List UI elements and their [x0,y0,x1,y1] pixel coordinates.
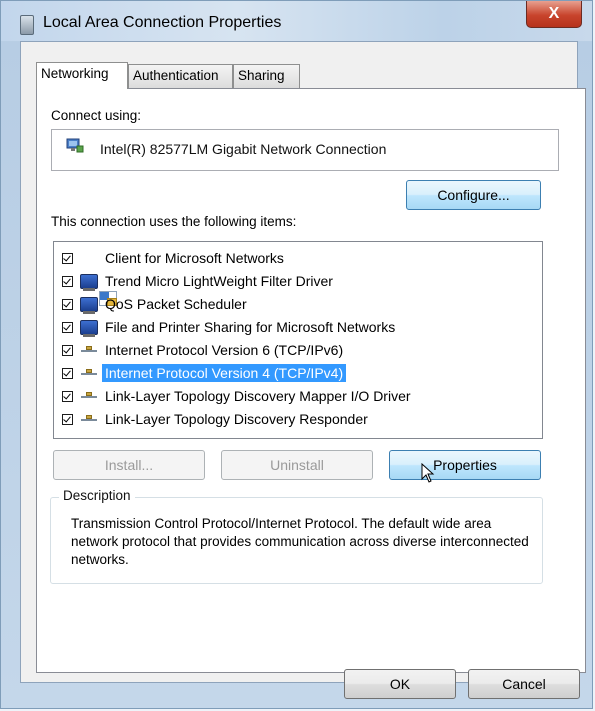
tab-sharing[interactable]: Sharing [233,64,300,88]
network-adapter-icon [66,138,84,153]
close-button[interactable]: X [526,1,582,28]
uninstall-button[interactable]: Uninstall [221,450,373,480]
window-title: Local Area Connection Properties [43,14,282,31]
list-item[interactable]: Trend Micro LightWeight Filter Driver [62,270,336,292]
protocol-icon [80,389,98,404]
network-adapter-icon [20,15,34,35]
list-item-label: Link-Layer Topology Discovery Mapper I/O… [105,388,411,404]
checkbox[interactable] [62,321,73,333]
connect-using-label: Connect using: [51,108,142,123]
description-text: Transmission Control Protocol/Internet P… [71,516,529,567]
protocol-icon [80,343,98,358]
checkbox[interactable] [62,413,73,425]
tab-networking[interactable]: Networking [36,62,128,89]
network-service-icon [80,273,98,291]
list-item[interactable]: File and Printer Sharing for Microsoft N… [62,316,398,338]
checkbox[interactable] [62,275,73,287]
properties-button[interactable]: Properties [389,450,541,480]
tab-authentication[interactable]: Authentication [128,64,233,88]
list-item-label: File and Printer Sharing for Microsoft N… [105,319,396,335]
description-title: Description [59,488,135,503]
cancel-button[interactable]: Cancel [468,669,580,699]
network-service-icon [80,296,98,314]
protocol-icon [80,412,98,427]
install-button[interactable]: Install... [53,450,205,480]
list-item-label: QoS Packet Scheduler [105,296,247,312]
list-item[interactable]: QoS Packet Scheduler [62,293,250,315]
checkbox[interactable] [62,298,73,310]
list-item-label: Link-Layer Topology Discovery Responder [105,411,368,427]
list-item-label: Trend Micro LightWeight Filter Driver [105,273,333,289]
list-item[interactable]: Internet Protocol Version 6 (TCP/IPv6) [62,339,346,361]
connection-items-list[interactable]: Client for Microsoft Networks Trend Micr… [53,241,543,439]
title-bar[interactable]: Local Area Connection Properties X [1,1,592,41]
adapter-name: Intel(R) 82577LM Gigabit Network Connect… [100,141,387,157]
list-item-label: Internet Protocol Version 6 (TCP/IPv6) [105,342,344,358]
checkbox[interactable] [62,344,73,356]
list-item[interactable]: Client for Microsoft Networks [62,247,287,306]
mouse-pointer-icon [421,463,435,483]
list-item-label: Client for Microsoft Networks [105,250,284,266]
items-label: This connection uses the following items… [51,214,297,229]
list-item[interactable]: Link-Layer Topology Discovery Mapper I/O… [62,385,414,407]
list-item-selected[interactable]: Internet Protocol Version 4 (TCP/IPv4) [62,362,347,384]
checkbox[interactable] [62,390,73,402]
adapter-field: Intel(R) 82577LM Gigabit Network Connect… [51,129,559,171]
properties-dialog: Local Area Connection Properties X Netwo… [0,0,593,709]
list-item[interactable]: Link-Layer Topology Discovery Responder [62,408,371,430]
ok-button[interactable]: OK [344,669,456,699]
checkbox[interactable] [62,367,73,379]
list-item-label: Internet Protocol Version 4 (TCP/IPv4) [102,364,347,382]
configure-button[interactable]: Configure... [406,180,541,210]
checkbox[interactable] [62,252,73,264]
network-service-icon [80,319,98,337]
protocol-icon [80,366,98,381]
